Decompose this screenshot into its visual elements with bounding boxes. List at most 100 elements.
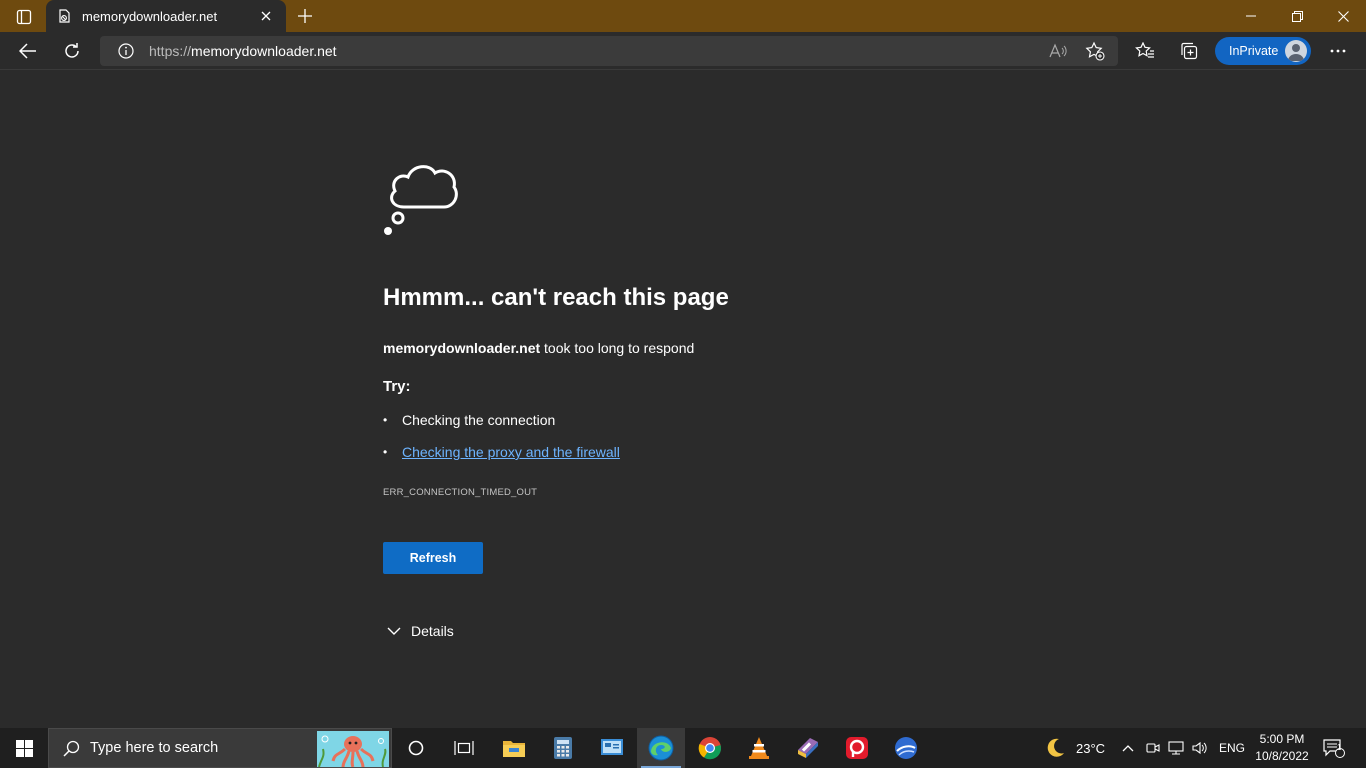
webcam-icon [1146, 743, 1160, 753]
read-aloud-icon [1049, 43, 1067, 58]
chrome-button[interactable] [686, 728, 734, 768]
profile-avatar [1285, 40, 1307, 62]
notification-icon [1323, 739, 1345, 758]
cortana-icon [408, 740, 424, 756]
calculator-icon [554, 737, 572, 759]
tab-actions-icon [16, 9, 32, 25]
active-tab[interactable]: memorydownloader.net [46, 0, 286, 32]
file-explorer-button[interactable] [490, 728, 538, 768]
close-icon [1337, 10, 1349, 22]
more-horizontal-icon [1330, 49, 1346, 53]
notification-center-button[interactable]: 1 [1323, 728, 1345, 768]
edge-taskbar-button[interactable] [637, 728, 685, 768]
clock-time: 5:00 PM [1259, 732, 1305, 746]
taskbar-search-box[interactable]: Type here to search [48, 728, 392, 768]
thought-cloud-icon [384, 165, 458, 235]
weather-widget[interactable]: 23°C [1044, 728, 1105, 768]
refresh-icon [65, 43, 79, 58]
add-favorite-button[interactable] [1080, 36, 1110, 66]
calculator-button[interactable] [539, 728, 587, 768]
refresh-page-button[interactable]: Refresh [383, 542, 483, 574]
volume-icon [1192, 741, 1207, 755]
screen-recorder-button[interactable] [833, 728, 881, 768]
favorites-icon [1135, 42, 1154, 58]
start-button[interactable] [0, 728, 48, 768]
inprivate-button[interactable]: InPrivate [1215, 37, 1311, 65]
error-host: memorydownloader.net [383, 340, 541, 356]
url-scheme: https:// [149, 43, 192, 59]
back-button[interactable] [13, 36, 43, 66]
screen-recorder-icon [846, 737, 868, 759]
earth-icon [895, 737, 917, 759]
page-error-icon [56, 8, 72, 24]
chevron-up-icon [1122, 745, 1134, 752]
error-code: ERR_CONNECTION_TIMED_OUT [383, 487, 538, 498]
refresh-button[interactable] [57, 36, 87, 66]
windows-logo-icon [15, 739, 33, 757]
control-panel-button[interactable] [588, 728, 636, 768]
vlc-button[interactable] [735, 728, 783, 768]
meet-now-button[interactable] [1146, 728, 1160, 768]
octopus-doodle-icon[interactable] [317, 731, 389, 767]
clock-date: 10/8/2022 [1255, 749, 1309, 763]
new-tab-button[interactable] [292, 4, 318, 28]
star-add-icon [1085, 41, 1105, 61]
collections-button[interactable] [1174, 36, 1204, 66]
suggestion-item: • Checking the proxy and the firewall [383, 444, 620, 460]
edge-icon [648, 735, 674, 761]
details-label: Details [411, 623, 454, 639]
tab-close-icon[interactable] [256, 6, 276, 26]
browser-toolbar: https://memorydownloader.net InPrivate [0, 32, 1366, 70]
plus-icon [298, 9, 312, 23]
url-host: memorydownloader.net [191, 43, 337, 59]
tab-title: memorydownloader.net [82, 8, 218, 24]
error-reason: took too long to respond [540, 340, 695, 356]
tab-actions-menu-button[interactable] [10, 7, 38, 27]
minimize-button[interactable] [1228, 0, 1274, 32]
chevron-down-icon [385, 624, 403, 638]
vlc-icon [749, 737, 769, 759]
error-page: Hmmm... can't reach this page memorydown… [0, 71, 1366, 728]
bullet-icon: • [383, 445, 388, 459]
show-hidden-icons-button[interactable] [1122, 728, 1134, 768]
site-info-icon[interactable] [116, 41, 136, 61]
bullet-icon: • [383, 413, 388, 427]
chrome-icon [698, 737, 722, 760]
network-button[interactable] [1168, 728, 1184, 768]
input-language[interactable]: ENG [1219, 728, 1245, 768]
cortana-button[interactable] [392, 728, 440, 768]
search-placeholder: Type here to search [90, 740, 219, 756]
inprivate-label: InPrivate [1229, 44, 1279, 58]
read-aloud-button[interactable] [1043, 36, 1073, 66]
task-view-icon [454, 741, 474, 755]
address-bar[interactable]: https://memorydownloader.net [100, 36, 1118, 66]
winrar-button[interactable] [784, 728, 832, 768]
earth-app-button[interactable] [882, 728, 930, 768]
moon-icon [1047, 738, 1064, 757]
volume-button[interactable] [1192, 728, 1208, 768]
task-view-button[interactable] [440, 728, 488, 768]
close-window-button[interactable] [1320, 0, 1366, 32]
address-url[interactable]: https://memorydownloader.net [149, 43, 337, 59]
proxy-firewall-link[interactable]: Checking the proxy and the firewall [402, 444, 620, 460]
control-panel-icon [601, 739, 623, 755]
error-message: memorydownloader.net took too long to re… [383, 340, 694, 356]
file-explorer-icon [503, 741, 525, 757]
collections-icon [1181, 42, 1198, 60]
restore-button[interactable] [1274, 0, 1320, 32]
restore-icon [1291, 10, 1303, 22]
tab-strip: memorydownloader.net [0, 0, 1366, 32]
taskbar: Type here to search 23°C ENG 5:00 PM 10/… [0, 728, 1366, 768]
taskbar-clock[interactable]: 5:00 PM 10/8/2022 [1250, 731, 1314, 765]
winrar-icon [798, 738, 818, 758]
network-icon [1168, 741, 1184, 755]
suggestion-text: Checking the connection [402, 412, 556, 428]
try-label: Try: [383, 378, 411, 395]
favorites-button[interactable] [1130, 36, 1160, 66]
suggestion-item: • Checking the connection [383, 412, 555, 428]
details-toggle[interactable]: Details [385, 623, 454, 639]
settings-more-button[interactable] [1323, 36, 1353, 66]
search-icon [63, 740, 80, 757]
arrow-left-icon [19, 43, 36, 59]
error-heading: Hmmm... can't reach this page [383, 284, 729, 311]
